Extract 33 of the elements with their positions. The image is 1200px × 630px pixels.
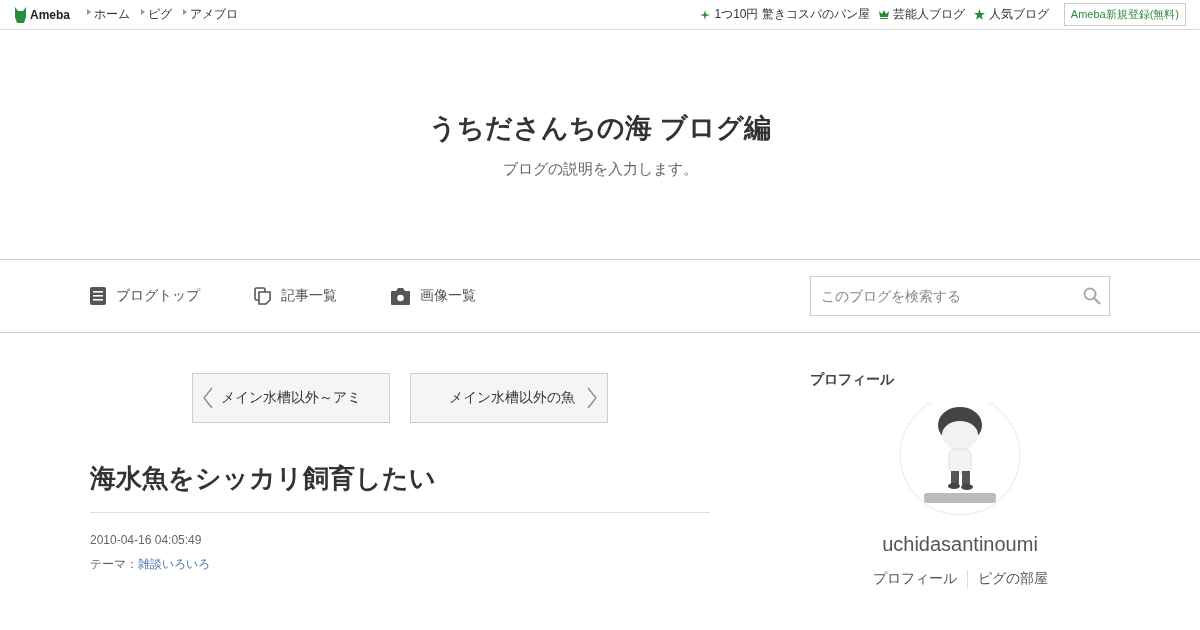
profile-heading: プロフィール [810, 371, 894, 389]
search-field[interactable]: このブログを検索する [810, 276, 1110, 316]
chevron-right-icon [587, 387, 597, 409]
profile-name[interactable]: uchidasantinoumi [882, 533, 1038, 556]
header-link[interactable]: ホーム [86, 6, 130, 23]
article-date: 2010-04-16 04:05:49 [90, 533, 203, 547]
crown-icon [878, 10, 889, 19]
document-icon [90, 287, 106, 305]
header-link[interactable]: アメブロ [182, 6, 238, 23]
header-link[interactable]: ピグ [140, 6, 172, 23]
article-title[interactable]: 海水魚をシッカリ飼育したい [90, 461, 710, 513]
ameba-logo[interactable]: Ameba [14, 6, 70, 23]
nav-link[interactable]: 画像一覧 [391, 287, 476, 305]
header-link[interactable]: 芸能人ブログ [892, 6, 965, 23]
register-button[interactable]: Ameba新規登録(無料) [1063, 3, 1186, 26]
copy-icon [254, 287, 271, 305]
logo-icon [14, 6, 27, 23]
profile-link[interactable]: ピグの部屋 [966, 570, 1058, 588]
blog-description: ブログの説明を入力します。 [502, 160, 698, 179]
theme-label: テーマ： [90, 557, 138, 571]
header-link[interactable]: 人気ブログ [988, 6, 1049, 23]
chevron-left-icon [203, 387, 213, 409]
sparkle-icon [700, 9, 711, 20]
previous-article-button[interactable]: メイン水槽以外～アミ [192, 373, 390, 423]
nav-link[interactable]: ブログトップ [90, 287, 200, 305]
profile-link[interactable]: プロフィール [862, 570, 967, 588]
theme-link[interactable]: 雑談いろいろ [138, 557, 210, 571]
camera-icon [391, 287, 410, 305]
next-article-button[interactable]: メイン水槽以外の魚 [410, 373, 608, 423]
star-icon [973, 9, 985, 20]
blog-title[interactable]: うちださんちの海 ブログ編 [429, 110, 771, 146]
header-link[interactable]: 1つ10円 驚きコスパのパン屋 [714, 6, 870, 23]
nav-link[interactable]: 記事一覧 [254, 287, 337, 305]
